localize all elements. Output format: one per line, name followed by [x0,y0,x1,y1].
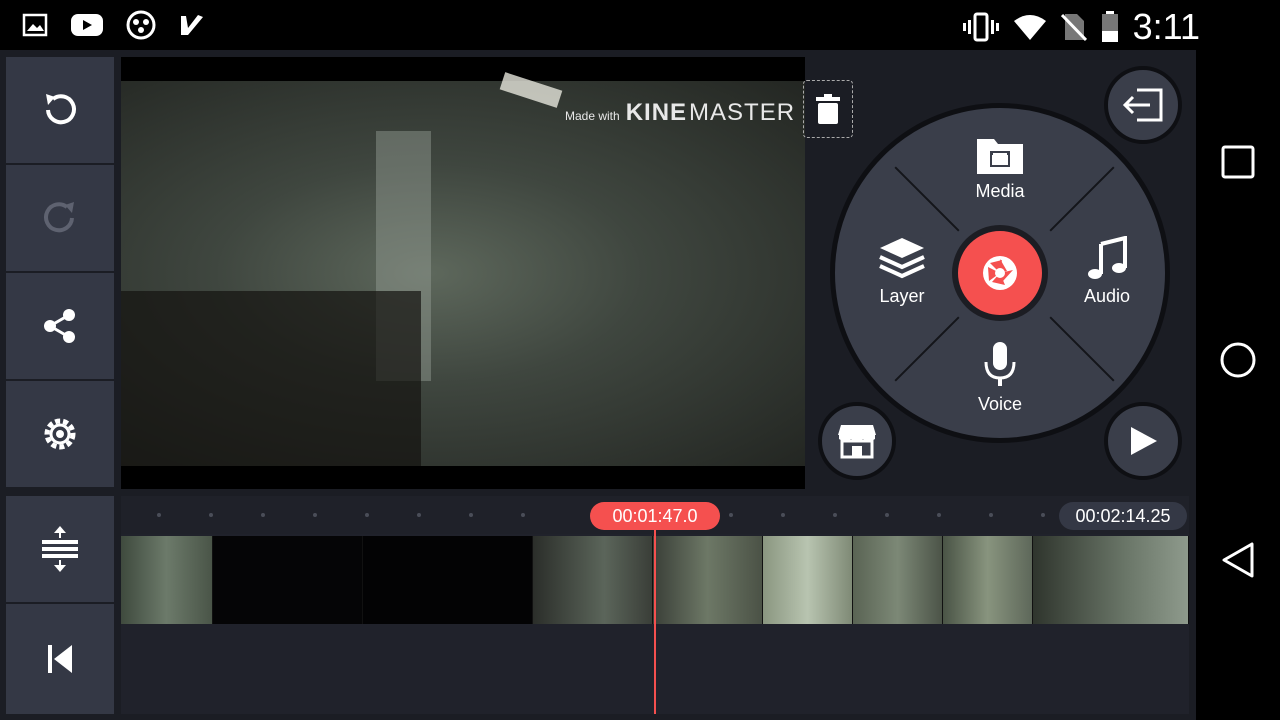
skip-to-start-button[interactable] [6,604,114,714]
audio-label: Audio [1083,286,1131,306]
current-time-label: 00:01:47.0 [590,502,720,530]
share-icon [44,309,75,343]
ruler-tick [365,513,369,517]
radial-menu: Media Layer Audio Voice [830,103,1170,443]
kinemaster-watermark: Made with KINE MASTER [565,99,795,127]
check-icon [181,15,203,35]
delete-watermark-button[interactable] [803,80,853,138]
clip-thumbnail[interactable] [121,536,213,624]
ruler-tick [781,513,785,517]
ruler-tick [989,513,993,517]
navigation-bar [1196,50,1280,720]
wheel-divider [1049,316,1115,382]
watermark-kine: KINE [625,99,688,126]
voice-button[interactable]: Voice [960,340,1040,415]
status-right-icons: 3:11 [962,6,1200,48]
ruler-tick [313,513,317,517]
clip-thumbnail[interactable] [1033,536,1189,624]
clip-thumbnail[interactable] [853,536,943,624]
no-sim-icon [1060,13,1087,42]
ruler-tick [209,513,213,517]
redo-button[interactable] [6,165,114,271]
video-preview[interactable]: Made with KINE MASTER [121,57,805,489]
skip-to-start-icon [48,645,72,673]
layers-icon [879,238,925,279]
video-furniture [121,291,421,466]
layer-button[interactable]: Layer [862,236,942,307]
ruler-tick [885,513,889,517]
wheel-divider [894,316,960,382]
clip-thumbnail[interactable] [533,536,653,624]
exit-button[interactable] [1104,66,1182,144]
ruler-tick [937,513,941,517]
voice-label: Voice [977,394,1023,414]
ruler-tick [729,513,733,517]
status-bar: 3:11 [0,0,1280,50]
media-button[interactable]: Media [960,135,1040,202]
clip-thumbnail[interactable] [213,536,363,624]
app-icon [126,10,156,40]
home-icon [1220,342,1256,378]
wheel-divider [1049,166,1115,232]
ruler-tick [833,513,837,517]
clip-thumbnail[interactable] [363,536,533,624]
undo-button[interactable] [6,57,114,163]
watermark-prefix: Made with [565,109,620,123]
share-button[interactable] [6,273,114,379]
play-button[interactable] [1104,402,1182,480]
exit-icon [1123,88,1163,122]
ruler-tick [521,513,525,517]
asset-store-button[interactable] [818,402,896,480]
vibrate-icon [962,12,999,42]
recents-button[interactable] [1218,142,1258,182]
total-duration-label: 00:02:14.25 [1059,502,1187,530]
status-left-icons [22,10,206,40]
video-ceiling-light [499,72,563,108]
kinemaster-editor: 3:11 Made with KINE MASTER Media Layer A… [0,0,1280,720]
ruler-tick [417,513,421,517]
ruler-tick [261,513,265,517]
play-icon [1131,427,1157,455]
wifi-icon [1013,15,1046,40]
timeline-expand-button[interactable] [6,496,114,602]
clip-thumbnail[interactable] [943,536,1033,624]
playhead[interactable] [654,530,656,714]
microphone-icon [984,342,1016,386]
back-icon [1222,542,1254,578]
left-toolbar [6,57,114,487]
clip-thumbnail[interactable] [653,536,763,624]
status-time: 3:11 [1132,6,1200,47]
watermark-master: MASTER [689,99,796,126]
gallery-icon [22,13,48,37]
youtube-icon [71,14,103,36]
settings-icon [44,418,76,450]
video-frame [121,72,805,466]
back-button[interactable] [1218,540,1258,580]
undo-icon [46,94,76,125]
layer-label: Layer [879,286,925,306]
redo-icon [44,202,74,233]
record-button[interactable] [952,225,1048,321]
wheel-divider [894,166,960,232]
media-folder-icon [977,139,1023,174]
ruler-tick [157,513,161,517]
timeline[interactable]: 00:01:47.0 00:02:14.25 [121,496,1189,714]
camera-shutter-icon [983,256,1017,290]
settings-button[interactable] [6,381,114,487]
media-label: Media [975,181,1025,201]
trash-icon [816,94,840,124]
recents-icon [1221,145,1255,179]
clip-thumbnail[interactable] [763,536,853,624]
timeline-expand-icon [42,526,78,572]
audio-button[interactable]: Audio [1067,236,1147,307]
timeline-toolbar [6,496,114,714]
home-button[interactable] [1218,340,1258,380]
ruler-tick [469,513,473,517]
store-icon [838,425,876,459]
music-note-icon [1088,236,1127,279]
ruler-tick [1041,513,1045,517]
battery-icon [1101,11,1118,42]
